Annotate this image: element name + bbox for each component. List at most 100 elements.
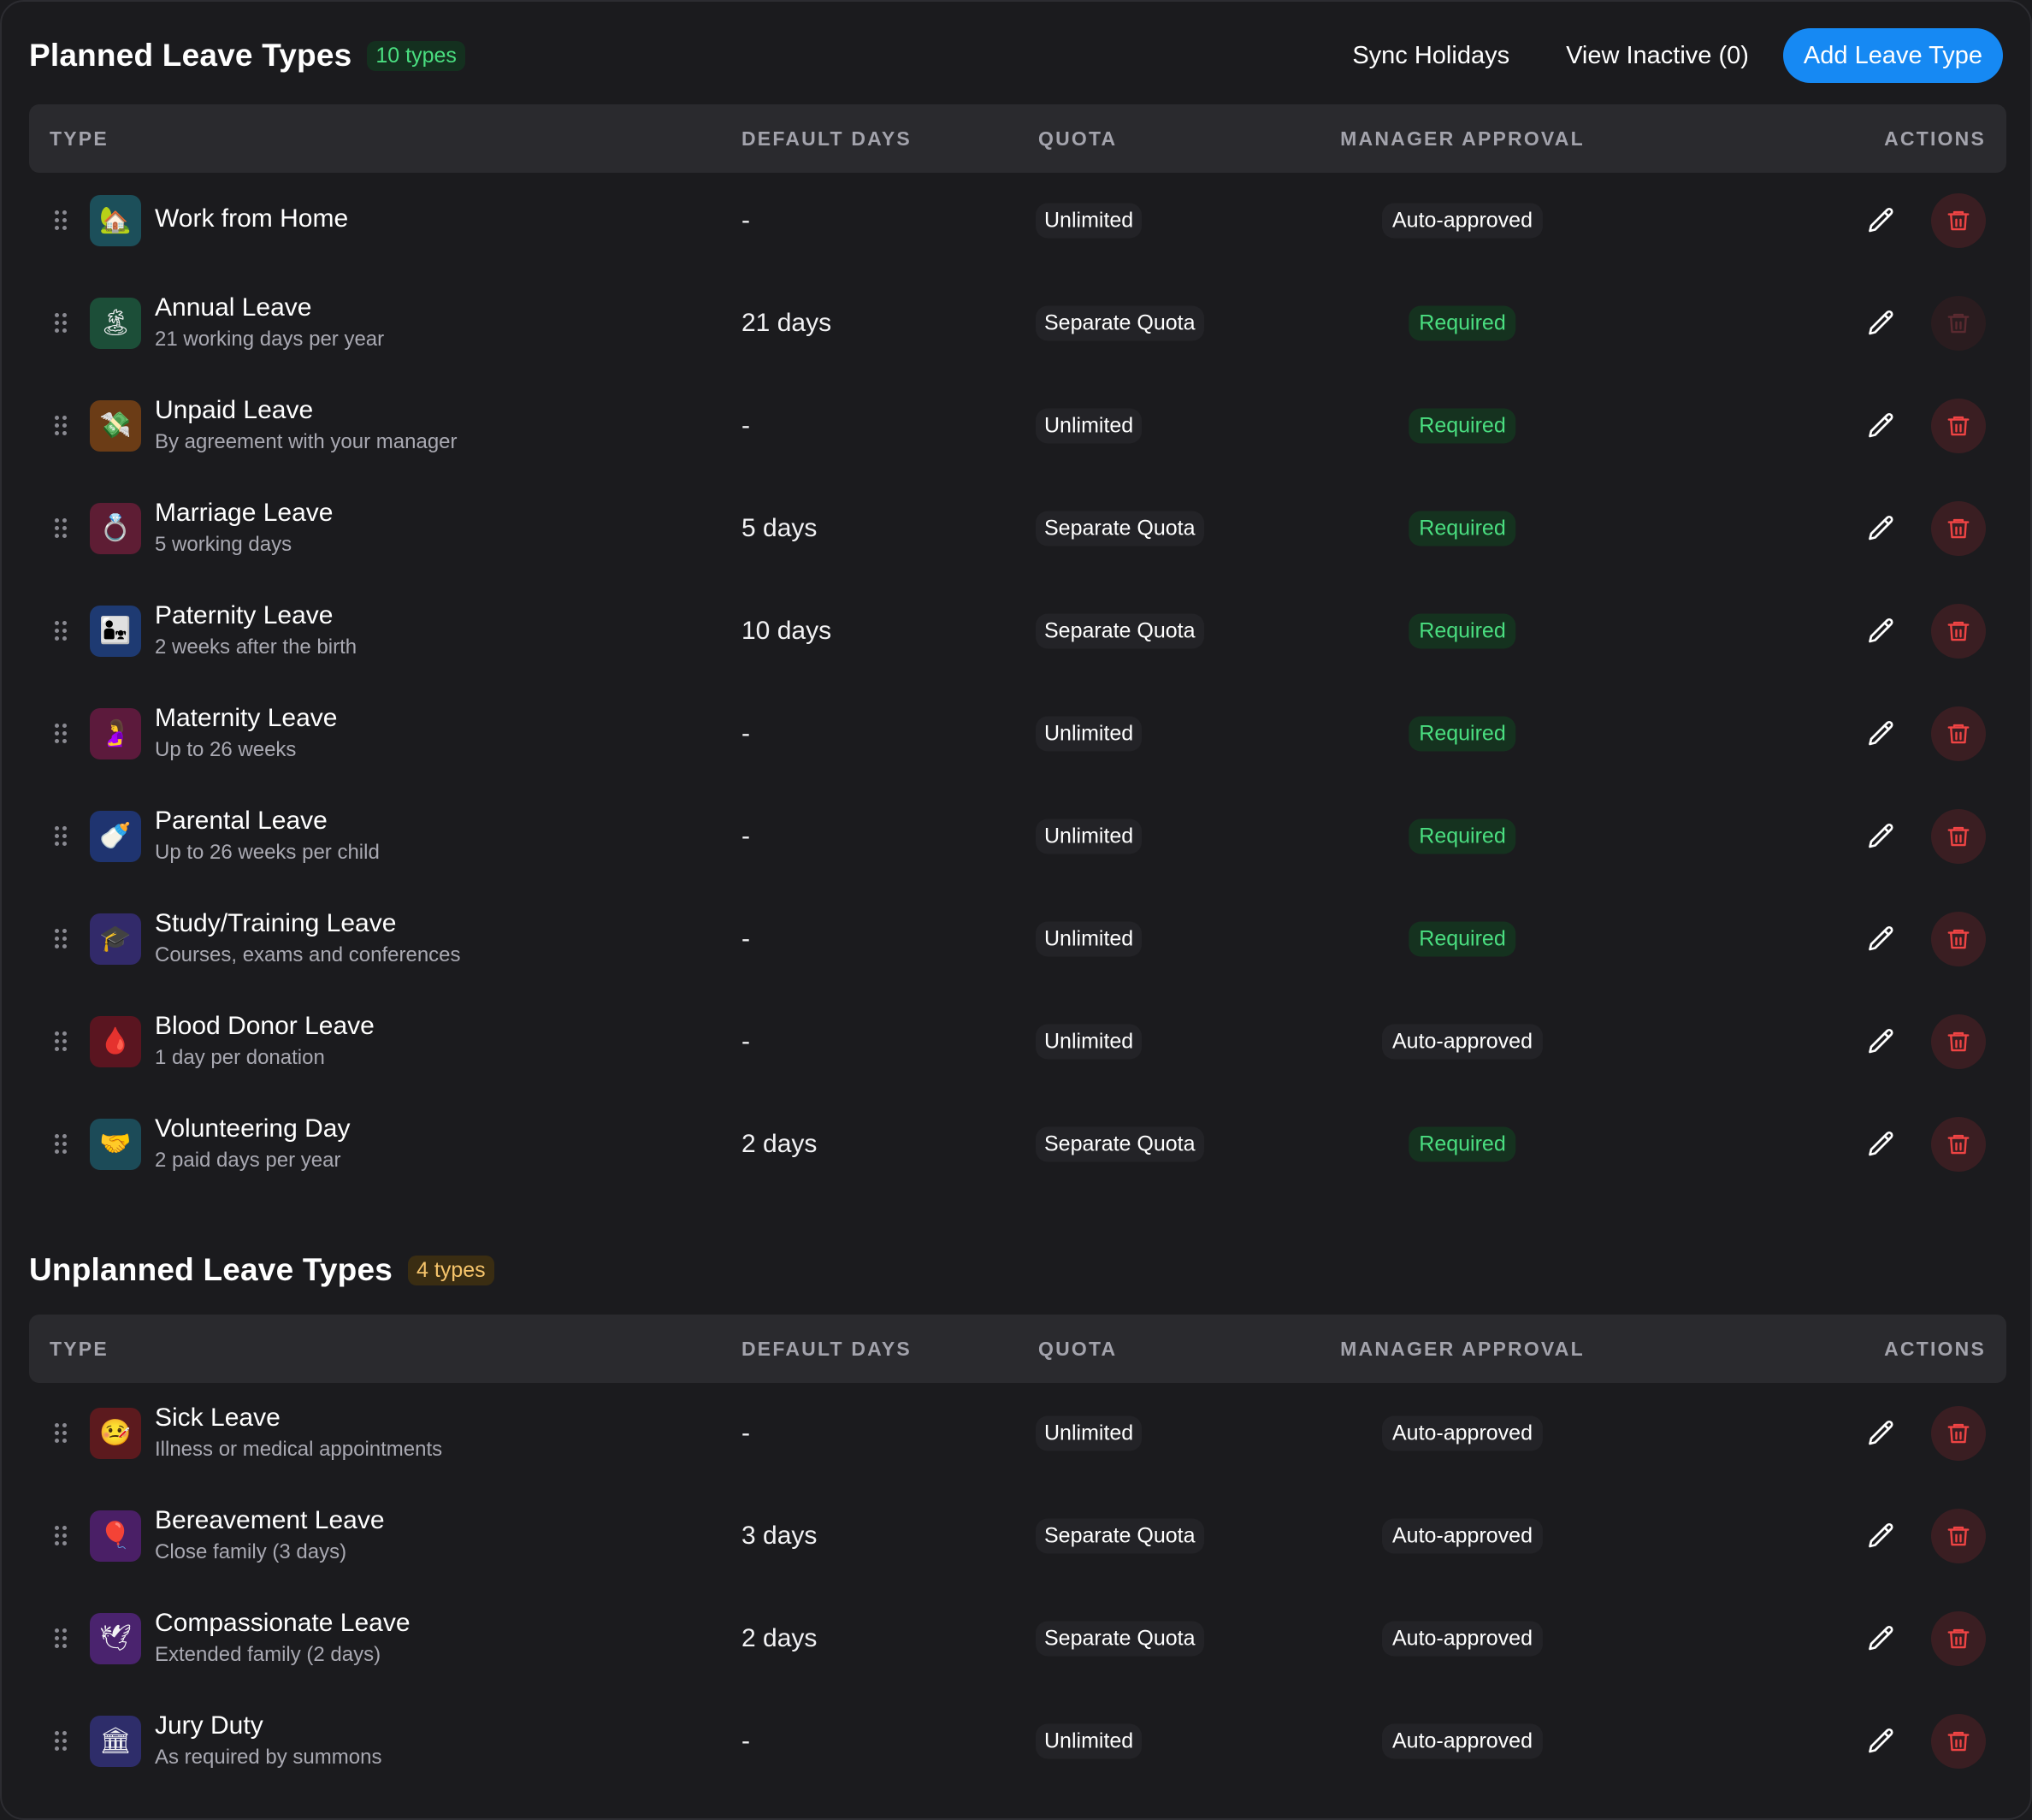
leave-type-description: Up to 26 weeks per child — [155, 841, 380, 864]
delete-trash-icon[interactable] — [1931, 399, 1986, 453]
drag-handle-icon[interactable] — [55, 210, 68, 231]
default-days-value: 3 days — [741, 1522, 818, 1550]
edit-pencil-icon[interactable] — [1866, 1726, 1897, 1757]
quota-badge: Unlimited — [1036, 1024, 1143, 1060]
edit-pencil-icon[interactable] — [1866, 1521, 1897, 1551]
edit-pencil-icon[interactable] — [1866, 1418, 1897, 1449]
leave-type-name: Sick Leave — [155, 1403, 281, 1432]
table-row: 🤒 Sick Leave Illness or medical appointmen… — [29, 1382, 2006, 1485]
quota-badge: Unlimited — [1036, 408, 1143, 444]
default-days-value: - — [741, 206, 750, 234]
drag-handle-icon[interactable] — [55, 416, 68, 436]
drag-handle-icon[interactable] — [55, 1731, 68, 1752]
delete-trash-icon[interactable] — [1931, 1117, 1986, 1172]
table-row: 🤝 Volunteering Day 2 paid days per year 2 d… — [29, 1093, 2006, 1196]
leave-type-description: 21 working days per year — [155, 328, 385, 351]
delete-trash-icon[interactable] — [1931, 1014, 1986, 1069]
delete-trash-icon[interactable] — [1931, 912, 1986, 966]
drag-handle-icon[interactable] — [55, 1628, 68, 1649]
drag-handle-icon[interactable] — [55, 1031, 68, 1052]
delete-trash-icon[interactable] — [1931, 706, 1986, 761]
table-row: 🏛 Jury Duty As required by summons - Unlimit… — [29, 1690, 2006, 1793]
delete-trash-icon[interactable] — [1931, 296, 1986, 351]
quota-badge: Unlimited — [1036, 203, 1143, 239]
planned-section-header: Planned Leave Types 10 types Sync Holida… — [29, 26, 2003, 86]
money-icon: 💸 — [90, 400, 141, 452]
leave-type-name: Bereavement Leave — [155, 1506, 385, 1534]
planned-header-actions: Sync Holidays View Inactive (0) Add Leav… — [1352, 28, 2003, 83]
quota-badge: Separate Quota — [1036, 1621, 1204, 1657]
approval-badge: Required — [1409, 921, 1516, 957]
default-days-value: - — [741, 925, 750, 953]
edit-pencil-icon[interactable] — [1866, 411, 1897, 441]
default-days-value: 21 days — [741, 309, 832, 337]
leave-type-description: 1 day per donation — [155, 1046, 325, 1069]
leave-type-description: Courses, exams and conferences — [155, 943, 461, 966]
drag-handle-icon[interactable] — [55, 1423, 68, 1444]
delete-trash-icon[interactable] — [1931, 1611, 1986, 1666]
edit-pencil-icon[interactable] — [1866, 308, 1897, 339]
edit-pencil-icon[interactable] — [1866, 1623, 1897, 1654]
column-header-default-days: DEFAULT DAYS — [741, 1338, 912, 1360]
drag-handle-icon[interactable] — [55, 1526, 68, 1546]
approval-badge: Auto-approved — [1381, 203, 1544, 239]
blood-drop-icon: 🩸 — [90, 1016, 141, 1067]
add-leave-type-button[interactable]: Add Leave Type — [1782, 28, 2003, 83]
handshake-icon: 🤝 — [90, 1119, 141, 1170]
default-days-value: 2 days — [741, 1130, 818, 1158]
approval-badge: Required — [1409, 716, 1516, 752]
delete-trash-icon[interactable] — [1931, 809, 1986, 864]
delete-trash-icon[interactable] — [1931, 1509, 1986, 1563]
delete-trash-icon[interactable] — [1931, 1406, 1986, 1461]
balloon-icon: 🎈 — [90, 1510, 141, 1562]
edit-pencil-icon[interactable] — [1866, 924, 1897, 954]
quota-badge: Separate Quota — [1036, 613, 1204, 649]
delete-trash-icon[interactable] — [1931, 501, 1986, 556]
column-header-default-days: DEFAULT DAYS — [741, 127, 912, 150]
drag-handle-icon[interactable] — [55, 313, 68, 334]
edit-pencil-icon[interactable] — [1866, 616, 1897, 647]
quota-badge: Separate Quota — [1036, 1518, 1204, 1554]
delete-trash-icon[interactable] — [1931, 193, 1986, 248]
drag-handle-icon[interactable] — [55, 929, 68, 949]
column-header-quota: QUOTA — [1038, 127, 1118, 150]
default-days-value: 2 days — [741, 1624, 818, 1652]
edit-pencil-icon[interactable] — [1866, 1026, 1897, 1057]
delete-trash-icon[interactable] — [1931, 604, 1986, 659]
quota-badge: Separate Quota — [1036, 1126, 1204, 1162]
sick-face-icon: 🤒 — [90, 1408, 141, 1459]
leave-type-description: Up to 26 weeks — [155, 738, 297, 761]
edit-pencil-icon[interactable] — [1866, 513, 1897, 544]
delete-trash-icon[interactable] — [1931, 1714, 1986, 1769]
edit-pencil-icon[interactable] — [1866, 718, 1897, 749]
approval-badge: Required — [1409, 1126, 1516, 1162]
drag-handle-icon[interactable] — [55, 826, 68, 847]
drag-handle-icon[interactable] — [55, 518, 68, 539]
quota-badge: Unlimited — [1036, 1723, 1143, 1759]
planned-count-badge: 10 types — [367, 40, 465, 71]
drag-handle-icon[interactable] — [55, 1134, 68, 1155]
leave-type-name: Study/Training Leave — [155, 909, 397, 937]
column-header-type: TYPE — [50, 1338, 109, 1360]
quota-badge: Separate Quota — [1036, 511, 1204, 547]
quota-badge: Unlimited — [1036, 716, 1143, 752]
drag-handle-icon[interactable] — [55, 724, 68, 744]
dove-icon: 🕊 — [90, 1613, 141, 1664]
table-row: 💍 Marriage Leave 5 working days 5 days Separ… — [29, 477, 2006, 580]
ring-icon: 💍 — [90, 503, 141, 554]
approval-badge: Required — [1409, 613, 1516, 649]
unplanned-table-header: TYPE DEFAULT DAYS QUOTA MANAGER APPROVAL… — [29, 1315, 2006, 1383]
edit-pencil-icon[interactable] — [1866, 821, 1897, 852]
quota-badge: Unlimited — [1036, 818, 1143, 854]
drag-handle-icon[interactable] — [55, 621, 68, 641]
table-row: 💸 Unpaid Leave By agreement with your mana… — [29, 375, 2006, 477]
edit-pencil-icon[interactable] — [1866, 1129, 1897, 1160]
leave-type-name: Work from Home — [155, 204, 349, 233]
view-inactive-button[interactable]: View Inactive (0) — [1566, 42, 1749, 70]
approval-badge: Auto-approved — [1381, 1415, 1544, 1451]
table-row: 🩸 Blood Donor Leave 1 day per donation - Unl… — [29, 990, 2006, 1093]
edit-pencil-icon[interactable] — [1866, 205, 1897, 236]
pregnant-icon: 🤰 — [90, 708, 141, 759]
column-header-manager-approval: MANAGER APPROVAL — [1340, 127, 1585, 150]
sync-holidays-button[interactable]: Sync Holidays — [1352, 42, 1509, 70]
